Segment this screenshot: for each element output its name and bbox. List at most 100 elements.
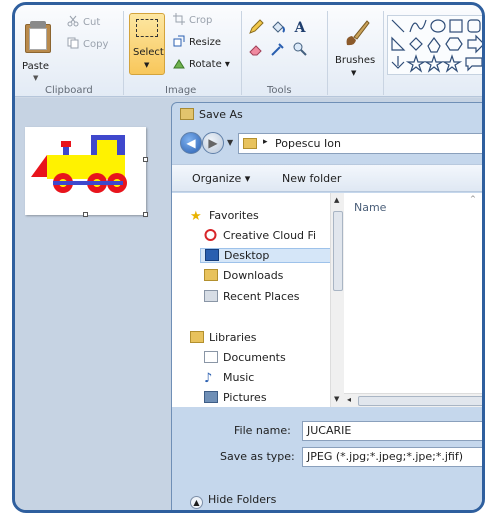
crop-label: Crop: [189, 15, 213, 26]
navigation-bar: ◀ ▶ ▼ ▸ Popescu Ion: [180, 132, 482, 156]
history-dropdown-icon[interactable]: ▼: [227, 138, 233, 147]
nav-desktop[interactable]: Desktop: [200, 248, 334, 263]
resize-icon: [173, 35, 186, 47]
paste-button[interactable]: Paste ▼: [19, 11, 59, 83]
cut-label: Cut: [83, 17, 101, 28]
resize-label: Resize: [189, 37, 222, 48]
pencil-icon[interactable]: [247, 19, 265, 37]
scissors-icon: [67, 15, 80, 27]
file-name-input[interactable]: JUCARIE: [302, 421, 482, 441]
shapes-gallery[interactable]: [387, 15, 482, 75]
scroll-thumb[interactable]: [358, 396, 482, 406]
nav-music[interactable]: ♪ Music: [204, 371, 255, 386]
magnifier-icon[interactable]: [291, 41, 309, 59]
brushes-label: Brushes: [335, 55, 376, 66]
dialog-title: Save As: [180, 108, 243, 121]
creative-cloud-label: Creative Cloud Fi: [223, 229, 317, 242]
dialog-title-text: Save As: [199, 108, 243, 121]
scroll-down-icon[interactable]: ▼: [334, 395, 339, 403]
copy-icon: [67, 37, 80, 49]
chevron-down-icon: ▼: [33, 74, 39, 82]
breadcrumb-separator-icon: ▸: [263, 137, 268, 147]
rotate-label: Rotate: [189, 59, 222, 70]
hide-folders-label: Hide Folders: [208, 493, 277, 506]
pictures-label: Pictures: [223, 391, 267, 404]
color-picker-icon[interactable]: [269, 41, 287, 59]
drawing-canvas[interactable]: [25, 127, 148, 217]
organize-button[interactable]: Organize ▾: [192, 172, 250, 185]
nav-pictures[interactable]: Pictures: [204, 391, 267, 404]
select-label: Select: [133, 47, 164, 58]
back-button[interactable]: ◀: [180, 132, 202, 154]
favorites-label: Favorites: [209, 209, 259, 222]
save-type-row: Save as type: JPEG (*.jpg;*.jpeg;*.jpe;*…: [172, 447, 482, 469]
save-type-label: Save as type:: [220, 450, 295, 463]
desktop-icon: [205, 249, 219, 261]
scroll-thumb[interactable]: [333, 211, 343, 291]
paint-window: Paste ▼ Cut Copy Clipboard Select ▼ Crop: [12, 2, 485, 513]
music-label: Music: [223, 371, 255, 384]
cut-button[interactable]: Cut: [67, 15, 100, 28]
nav-downloads[interactable]: Downloads: [204, 269, 283, 282]
file-name-label: File name:: [234, 424, 291, 437]
nav-recent-places[interactable]: Recent Places: [204, 290, 300, 303]
fill-icon[interactable]: [269, 19, 287, 37]
crop-button[interactable]: Crop: [173, 13, 212, 26]
downloads-label: Downloads: [223, 269, 284, 282]
documents-label: Documents: [223, 351, 286, 364]
resize-handle[interactable]: [143, 212, 148, 217]
rotate-button[interactable]: Rotate ▾: [173, 57, 230, 70]
navigation-pane: ★ Favorites Creative Cloud Fi Desktop Dow…: [172, 193, 340, 407]
scroll-left-icon[interactable]: ◂: [347, 395, 351, 404]
tools-group-label: Tools: [267, 85, 292, 96]
divider: [383, 11, 384, 95]
chevron-down-icon: ▼: [351, 69, 357, 77]
brush-icon: [341, 17, 371, 47]
select-button[interactable]: Select ▼: [129, 13, 165, 75]
sort-indicator-icon: ^: [470, 195, 476, 203]
nav-creative-cloud[interactable]: Creative Cloud Fi: [204, 229, 316, 242]
star-icon: ★: [190, 209, 202, 224]
libraries-label: Libraries: [209, 331, 257, 344]
forward-button[interactable]: ▶: [202, 132, 224, 154]
folder-icon: [243, 138, 257, 149]
copy-label: Copy: [83, 39, 109, 50]
downloads-icon: [204, 269, 218, 281]
column-header-name[interactable]: Name: [354, 201, 386, 214]
arrow-right-icon: ▶: [208, 136, 218, 150]
copy-button[interactable]: Copy: [67, 37, 108, 50]
nav-pane-scrollbar[interactable]: ▲ ▼: [330, 193, 344, 407]
file-name-row: File name: JUCARIE: [172, 421, 482, 443]
file-list[interactable]: Name ^: [344, 193, 482, 393]
save-type-select[interactable]: JPEG (*.jpg;*.jpeg;*.jpe;*.jfif): [302, 447, 482, 467]
nav-documents[interactable]: Documents: [204, 351, 286, 364]
image-group-label: Image: [165, 85, 197, 96]
clipboard-group-label: Clipboard: [45, 85, 93, 96]
new-folder-button[interactable]: New folder: [282, 172, 341, 185]
divider: [241, 11, 242, 95]
ribbon: Paste ▼ Cut Copy Clipboard Select ▼ Crop: [15, 5, 482, 97]
pictures-icon: [204, 391, 218, 403]
resize-handle[interactable]: [143, 157, 148, 162]
horizontal-scrollbar[interactable]: ◂: [344, 393, 482, 407]
scroll-up-icon[interactable]: ▲: [334, 196, 339, 204]
recent-places-label: Recent Places: [223, 290, 300, 303]
breadcrumb-path[interactable]: Popescu Ion: [275, 137, 341, 150]
libraries-icon: [190, 331, 204, 343]
resize-handle[interactable]: [83, 212, 88, 217]
brushes-button[interactable]: Brushes ▼: [333, 13, 379, 79]
resize-button[interactable]: Resize: [173, 35, 221, 48]
documents-icon: [204, 351, 218, 363]
paint-app-icon: [180, 108, 194, 120]
nav-libraries[interactable]: Libraries: [190, 331, 257, 344]
hide-folders-button[interactable]: ▲ Hide Folders: [190, 493, 276, 509]
eraser-icon[interactable]: [247, 41, 265, 59]
nav-favorites[interactable]: ★ Favorites: [190, 209, 259, 224]
rotate-icon: [173, 57, 186, 69]
toy-train-drawing: [31, 135, 127, 193]
text-icon[interactable]: A: [291, 19, 309, 37]
paste-label: Paste: [22, 61, 49, 72]
dialog-toolbar: Organize ▾ New folder: [172, 164, 482, 192]
address-bar[interactable]: ▸ Popescu Ion: [238, 133, 482, 154]
chevron-down-icon: ▼: [144, 61, 150, 69]
